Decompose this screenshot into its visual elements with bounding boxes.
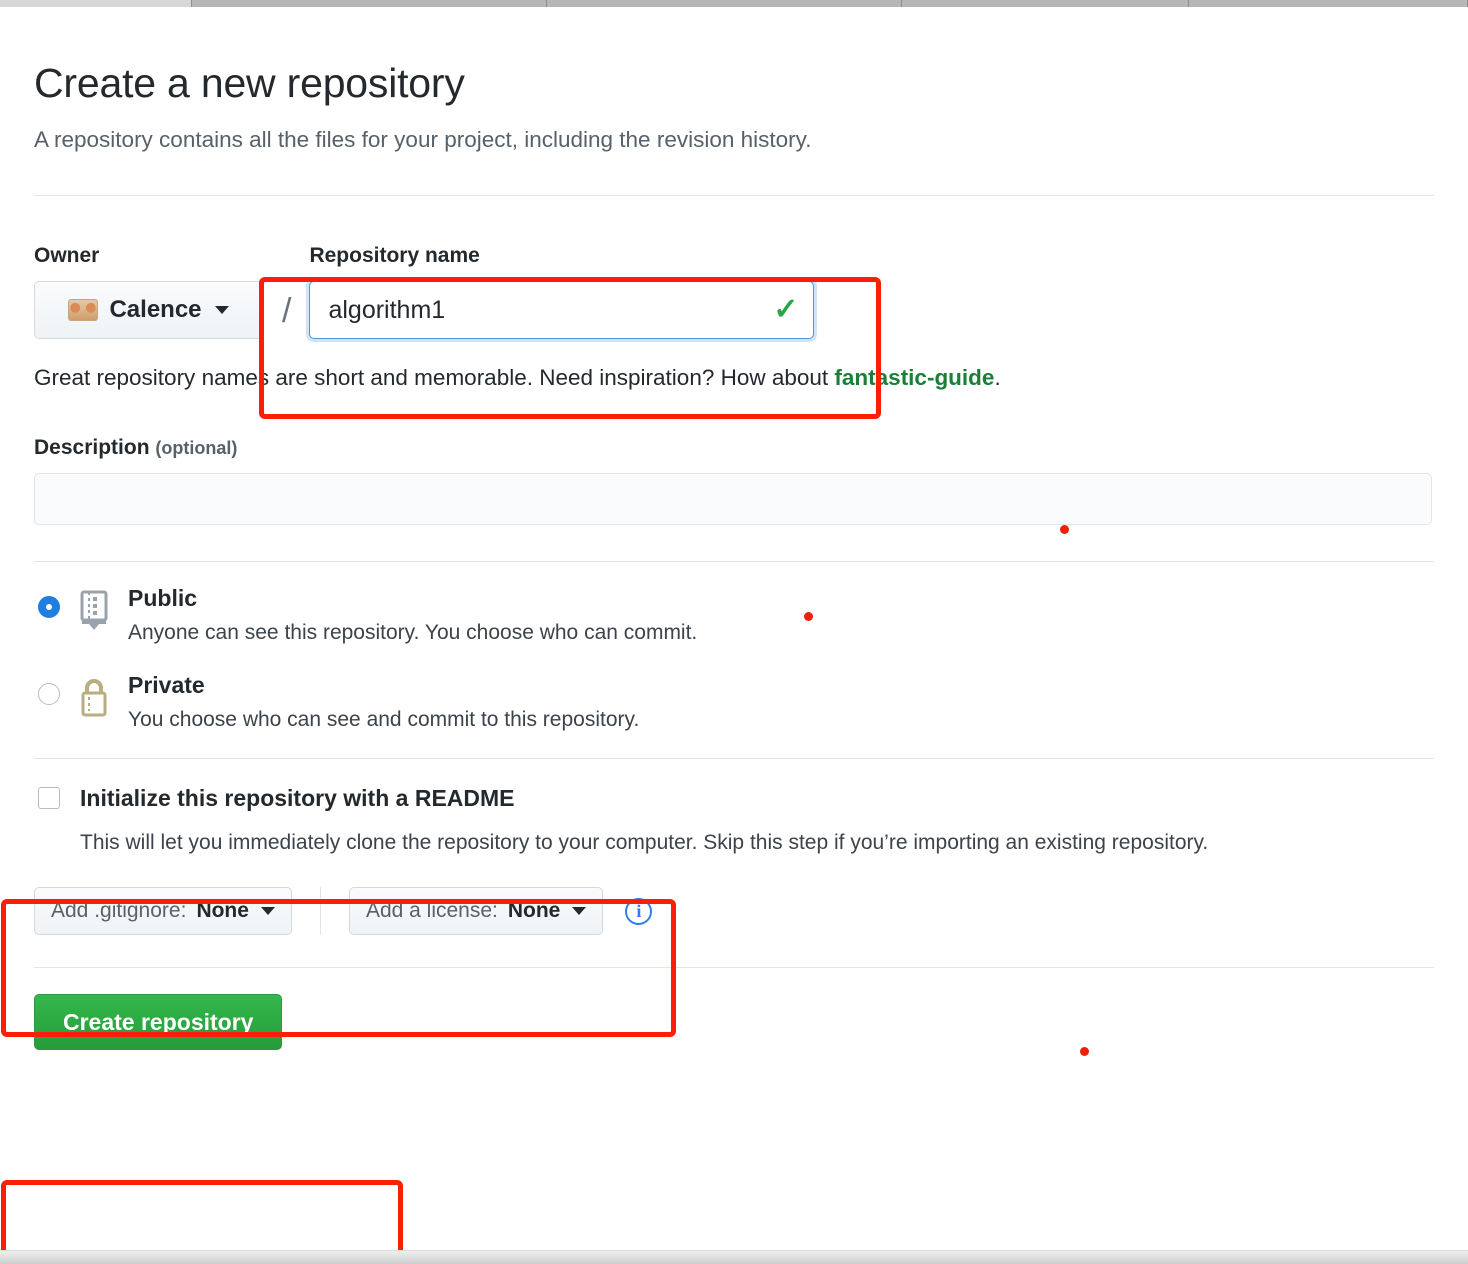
user-avatar-identicon-icon xyxy=(68,299,99,321)
browser-tab-4[interactable] xyxy=(902,0,1189,7)
page-subtitle: A repository contains all the files for … xyxy=(34,127,812,152)
owner-label: Owner xyxy=(34,244,100,267)
browser-tab-2[interactable] xyxy=(192,0,547,7)
browser-tab-3[interactable] xyxy=(547,0,902,7)
radio-private[interactable] xyxy=(38,682,60,705)
hint-suffix: . xyxy=(994,365,1001,390)
options-divider xyxy=(319,887,321,936)
visibility-private-text: Private You choose who can see and commi… xyxy=(128,671,1434,732)
visibility-public-title[interactable]: Public xyxy=(128,585,197,611)
chevron-down-icon xyxy=(260,907,275,916)
browser-tab-strip xyxy=(0,0,1468,7)
description-field: Description (optional) xyxy=(34,436,1434,525)
check-mark-icon: ✓ xyxy=(773,293,799,326)
readme-description: This will let you immediately clone the … xyxy=(80,830,1209,854)
readme-label[interactable]: Initialize this repository with a README xyxy=(80,785,515,812)
readme-section: Initialize this repository with a README… xyxy=(34,759,1434,860)
create-repository-page: Create a new repository A repository con… xyxy=(0,0,1468,1264)
visibility-public-text: Public Anyone can see this repository. Y… xyxy=(128,584,1434,645)
owner-dropdown[interactable]: Calence xyxy=(34,281,263,339)
repository-name-field: Repository name ✓ xyxy=(309,244,815,339)
create-repository-button[interactable]: Create repository xyxy=(34,994,283,1051)
gitignore-prefix: Add .gitignore: xyxy=(51,899,187,923)
gitignore-dropdown[interactable]: Add .gitignore: None xyxy=(34,887,292,936)
repository-name-label: Repository name xyxy=(309,244,480,267)
license-value: None xyxy=(507,899,561,923)
visibility-option-public[interactable]: Public Anyone can see this repository. Y… xyxy=(34,584,1434,645)
window-footer-bar xyxy=(0,1250,1468,1264)
readme-header: Initialize this repository with a README xyxy=(34,785,1434,812)
browser-tab-1[interactable] xyxy=(0,0,192,7)
hint-prefix: Great repository names are short and mem… xyxy=(34,365,835,390)
repository-name-input-wrap: ✓ xyxy=(309,281,815,339)
lock-icon xyxy=(76,671,128,724)
visibility-option-private[interactable]: Private You choose who can see and commi… xyxy=(34,671,1434,732)
create-button-highlight-box xyxy=(1,1180,403,1256)
visibility-private-title[interactable]: Private xyxy=(128,672,205,698)
chevron-down-icon xyxy=(214,306,229,314)
page-content: Create a new repository A repository con… xyxy=(0,7,1468,1051)
readme-checkbox[interactable] xyxy=(38,787,60,809)
chevron-down-icon xyxy=(572,907,587,916)
description-optional-text: (optional) xyxy=(155,438,238,458)
description-label-text: Description xyxy=(34,436,150,459)
info-circle-icon[interactable]: i xyxy=(625,897,653,925)
suggested-name-link[interactable]: fantastic-guide xyxy=(834,365,994,390)
repository-name-hint: Great repository names are short and mem… xyxy=(34,365,1434,391)
description-input[interactable] xyxy=(34,473,1432,525)
repository-name-input[interactable] xyxy=(309,281,815,339)
repo-book-icon xyxy=(76,584,128,637)
owner-name: Calence xyxy=(109,296,202,323)
submit-row: Create repository xyxy=(34,968,1434,1051)
browser-tab-5[interactable] xyxy=(1189,0,1468,7)
page-title: Create a new repository xyxy=(34,60,465,106)
owner-field: Owner Calence xyxy=(34,244,264,339)
divider-header xyxy=(34,195,1434,196)
license-dropdown[interactable]: Add a license: None xyxy=(348,887,604,936)
visibility-options: Public Anyone can see this repository. Y… xyxy=(34,562,1434,732)
description-label: Description (optional) xyxy=(34,436,1434,460)
owner-repo-separator: / xyxy=(282,292,292,330)
template-options-row: Add .gitignore: None Add a license: None… xyxy=(34,887,1434,936)
gitignore-value: None xyxy=(196,899,249,923)
visibility-public-description: Anyone can see this repository. You choo… xyxy=(128,620,698,644)
radio-public[interactable] xyxy=(38,596,60,618)
visibility-private-description: You choose who can see and commit to thi… xyxy=(128,707,640,731)
license-prefix: Add a license: xyxy=(365,899,498,923)
owner-repo-row: Owner Calence / Repository name ✓ xyxy=(34,244,1434,339)
